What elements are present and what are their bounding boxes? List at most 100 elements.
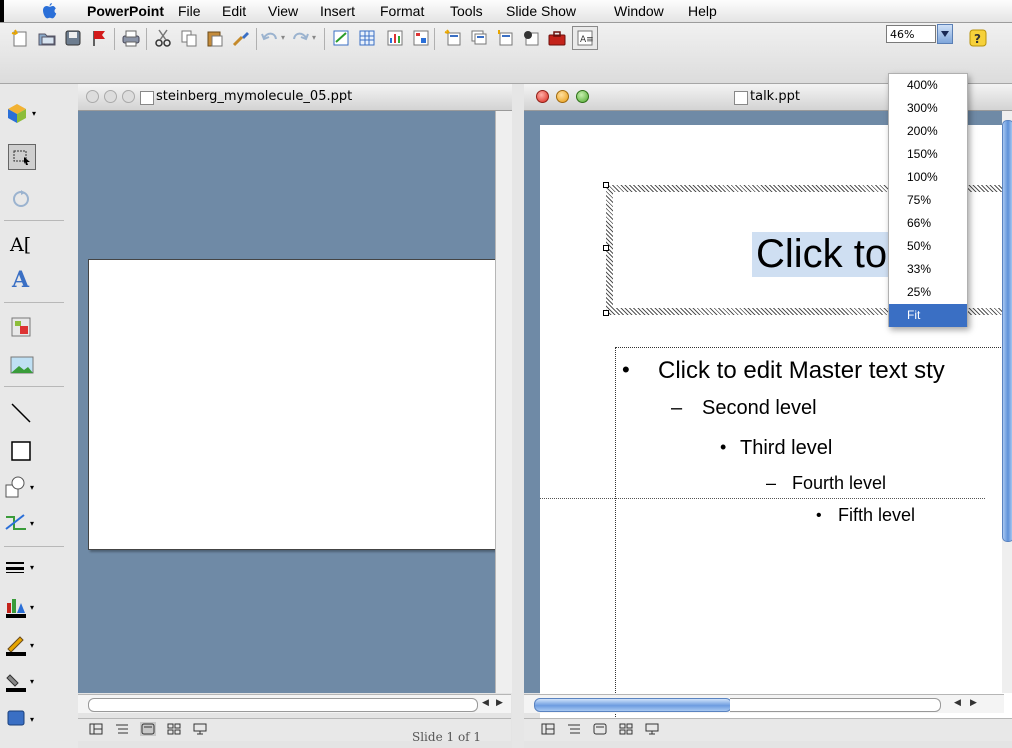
- zoom-field[interactable]: 46%: [886, 25, 936, 43]
- zoom-option-33[interactable]: 33%: [889, 258, 967, 281]
- text-level-1[interactable]: Click to edit Master text sty: [658, 357, 945, 385]
- outline-view-icon[interactable]: [566, 722, 582, 736]
- clip-art-icon[interactable]: [10, 312, 54, 342]
- new-slide-layout-icon[interactable]: [440, 26, 466, 50]
- outline-view-icon[interactable]: [114, 722, 130, 736]
- minimize-button[interactable]: [104, 90, 117, 103]
- zoom-option-150[interactable]: 150%: [889, 143, 967, 166]
- menu-window[interactable]: Window: [614, 3, 664, 19]
- menu-insert[interactable]: Insert: [320, 3, 355, 19]
- resize-handle[interactable]: [603, 245, 609, 251]
- rectangle-icon[interactable]: [10, 436, 54, 466]
- horizontal-scrollbar[interactable]: ◀ ▶: [78, 694, 511, 713]
- cut-icon[interactable]: [150, 26, 176, 50]
- undo-icon[interactable]: ▾: [260, 26, 286, 50]
- vertical-scrollbar[interactable]: [495, 111, 512, 693]
- autoshapes-icon[interactable]: ▾: [4, 472, 48, 502]
- chart-icon[interactable]: [382, 26, 408, 50]
- slide-view-icon[interactable]: [592, 722, 608, 736]
- zoom-option-fit[interactable]: Fit: [889, 304, 967, 327]
- flag-icon[interactable]: [86, 26, 112, 50]
- org-chart-icon[interactable]: [408, 26, 434, 50]
- resize-handle[interactable]: [603, 310, 609, 316]
- window-1-titlebar[interactable]: steinberg_mymolecule_05.ppt: [78, 84, 512, 111]
- copy-icon[interactable]: [176, 26, 202, 50]
- slide-show-view-icon[interactable]: [192, 722, 208, 736]
- slide-sorter-view-icon[interactable]: [166, 722, 182, 736]
- rotate-icon[interactable]: [10, 184, 54, 214]
- zoom-dropdown-arrow-icon[interactable]: [937, 24, 953, 44]
- new-slide-icon[interactable]: [6, 26, 32, 50]
- wordart-icon[interactable]: A: [10, 264, 54, 294]
- zoom-option-25[interactable]: 25%: [889, 281, 967, 304]
- formatting-palette-icon[interactable]: A≡: [572, 26, 598, 50]
- slide-layout-icon[interactable]: [492, 26, 518, 50]
- line-color-icon[interactable]: ▾: [4, 630, 48, 660]
- text-level-3[interactable]: Third level: [740, 437, 832, 460]
- horizontal-scroll-thumb[interactable]: [534, 698, 732, 712]
- scroll-right-arrow-icon[interactable]: ▶: [970, 698, 977, 708]
- resize-handle[interactable]: [603, 182, 609, 188]
- line-icon[interactable]: [10, 398, 54, 428]
- menu-slide-show[interactable]: Slide Show: [506, 3, 576, 19]
- zoom-option-75[interactable]: 75%: [889, 189, 967, 212]
- menu-help[interactable]: Help: [688, 3, 717, 19]
- vertical-scroll-thumb[interactable]: [1002, 120, 1012, 542]
- menu-app-powerpoint[interactable]: PowerPoint: [87, 3, 164, 19]
- open-icon[interactable]: [34, 26, 60, 50]
- table-grid-icon[interactable]: [354, 26, 380, 50]
- apple-menu-icon[interactable]: [40, 2, 60, 20]
- font-color-icon[interactable]: ▾: [4, 666, 48, 696]
- slide-view-icon[interactable]: [140, 722, 156, 736]
- horizontal-scrollbar[interactable]: ◀ ▶: [524, 694, 1004, 713]
- picture-icon[interactable]: [10, 350, 54, 380]
- normal-view-icon[interactable]: [540, 722, 556, 736]
- menu-tools[interactable]: Tools: [450, 3, 483, 19]
- menu-file[interactable]: File: [178, 3, 201, 19]
- zoom-option-100[interactable]: 100%: [889, 166, 967, 189]
- line-style-icon[interactable]: ▾: [4, 552, 48, 582]
- print-icon[interactable]: [118, 26, 144, 50]
- 3d-box-icon[interactable]: ▾: [4, 98, 48, 128]
- slide-master-icon[interactable]: [518, 26, 544, 50]
- text-level-5[interactable]: Fifth level: [838, 505, 915, 526]
- select-icon[interactable]: [8, 144, 36, 170]
- text-box-icon[interactable]: A[: [10, 230, 54, 260]
- scroll-left-arrow-icon[interactable]: ◀: [954, 698, 961, 708]
- slide-thumbnail[interactable]: [88, 259, 504, 550]
- menu-format[interactable]: Format: [380, 3, 424, 19]
- menu-edit[interactable]: Edit: [222, 3, 246, 19]
- save-icon[interactable]: [60, 26, 86, 50]
- scroll-left-arrow-icon[interactable]: ◀: [482, 698, 489, 708]
- scroll-track[interactable]: [730, 698, 941, 712]
- toolbox-icon[interactable]: [544, 26, 570, 50]
- format-painter-icon[interactable]: [228, 26, 254, 50]
- slide-editing-area[interactable]: [78, 111, 511, 693]
- zoom-button[interactable]: [122, 90, 135, 103]
- zoom-option-300[interactable]: 300%: [889, 97, 967, 120]
- slide-show-view-icon[interactable]: [644, 722, 660, 736]
- zoom-option-200[interactable]: 200%: [889, 120, 967, 143]
- menu-view[interactable]: View: [268, 3, 298, 19]
- close-button[interactable]: [86, 90, 99, 103]
- text-level-4[interactable]: Fourth level: [792, 473, 886, 494]
- zoom-option-66[interactable]: 66%: [889, 212, 967, 235]
- paste-icon[interactable]: [202, 26, 228, 50]
- insert-table-icon[interactable]: [328, 26, 354, 50]
- duplicate-slide-icon[interactable]: [466, 26, 492, 50]
- zoom-option-50[interactable]: 50%: [889, 235, 967, 258]
- minimize-button[interactable]: [556, 90, 569, 103]
- slide-sorter-view-icon[interactable]: [618, 722, 634, 736]
- zoom-button[interactable]: [576, 90, 589, 103]
- connector-icon[interactable]: ▾: [4, 508, 48, 538]
- help-icon[interactable]: ?: [966, 26, 992, 50]
- redo-icon[interactable]: ▾: [290, 26, 316, 50]
- zoom-option-400[interactable]: 400%: [889, 74, 967, 97]
- close-button[interactable]: [536, 90, 549, 103]
- scroll-right-arrow-icon[interactable]: ▶: [496, 698, 503, 708]
- fill-color-icon[interactable]: ▾: [4, 592, 48, 622]
- scroll-track[interactable]: [88, 698, 478, 712]
- normal-view-icon[interactable]: [88, 722, 104, 736]
- shadow-icon[interactable]: ▾: [4, 704, 48, 734]
- text-level-2[interactable]: Second level: [702, 397, 817, 420]
